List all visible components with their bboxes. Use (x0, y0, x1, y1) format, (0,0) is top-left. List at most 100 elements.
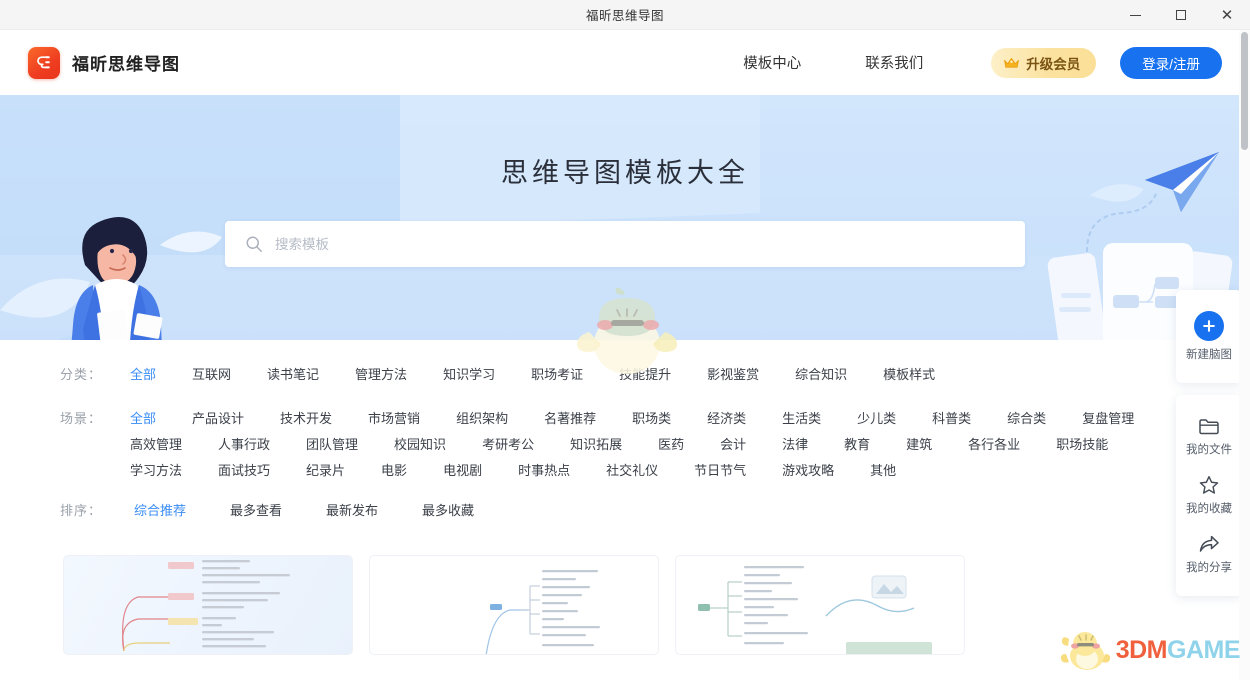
filter-item-category-7[interactable]: 影视鉴赏 (689, 362, 777, 388)
search-input[interactable] (275, 236, 1025, 252)
hero-content: 思维导图模板大全 (0, 95, 1250, 340)
filter-label-category: 分类： (60, 367, 103, 382)
filter-row-category: 分类： 全部 互联网 读书笔记 管理方法 知识学习 职场考证 技能提升 影视鉴赏… (0, 362, 1250, 388)
site-watermark: 3DMGAME (1060, 628, 1241, 672)
filter-item-scene-4[interactable]: 组织架构 (438, 406, 526, 432)
watermark-text-3dm: 3DM (1115, 635, 1168, 664)
filter-item-scene-19[interactable]: 医药 (640, 432, 702, 458)
filter-item-category-4[interactable]: 知识学习 (425, 362, 513, 388)
new-mindmap-label: 新建脑图 (1186, 349, 1232, 361)
filter-item-scene-20[interactable]: 会计 (702, 432, 764, 458)
watermark-text: 3DMGAME (1115, 635, 1241, 665)
filter-item-scene-29[interactable]: 电影 (363, 458, 425, 484)
my-favorites-label: 我的收藏 (1186, 503, 1232, 515)
template-card[interactable] (63, 555, 353, 655)
top-navigation-bar: 福昕思维导图 模板中心 联系我们 升级会员 登录/注册 (0, 30, 1250, 95)
filter-item-scene-5[interactable]: 名著推荐 (526, 406, 614, 432)
filter-item-scene-17[interactable]: 考研考公 (464, 432, 552, 458)
filter-item-scene-12[interactable]: 复盘管理 (1064, 406, 1152, 432)
filter-item-scene-7[interactable]: 经济类 (689, 406, 764, 432)
vertical-scrollbar[interactable] (1239, 30, 1250, 680)
maximize-button[interactable] (1158, 0, 1204, 30)
nav-right-group: 模板中心 联系我们 升级会员 登录/注册 (711, 46, 1222, 79)
filter-item-scene-35[interactable]: 其他 (852, 458, 914, 484)
filter-item-scene-32[interactable]: 社交礼仪 (588, 458, 676, 484)
filter-item-scene-22[interactable]: 教育 (826, 432, 888, 458)
login-register-button[interactable]: 登录/注册 (1120, 46, 1222, 79)
sort-item-recommended[interactable]: 综合推荐 (112, 498, 208, 524)
filter-item-scene-2[interactable]: 技术开发 (262, 406, 350, 432)
filter-item-scene-26[interactable]: 学习方法 (112, 458, 200, 484)
filter-item-scene-15[interactable]: 团队管理 (288, 432, 376, 458)
filter-item-category-2[interactable]: 读书笔记 (249, 362, 337, 388)
brand-name: 福昕思维导图 (72, 55, 180, 74)
title-bar: 福昕思维导图 ✕ (0, 0, 1250, 30)
minimize-button[interactable] (1112, 0, 1158, 30)
close-icon: ✕ (1220, 5, 1234, 24)
filter-label-sort: 排序： (60, 503, 103, 518)
maximize-icon (1176, 10, 1186, 20)
filter-item-category-0[interactable]: 全部 (112, 362, 174, 388)
filter-item-scene-3[interactable]: 市场营销 (350, 406, 438, 432)
login-register-label: 登录/注册 (1142, 56, 1200, 72)
filter-item-scene-21[interactable]: 法律 (764, 432, 826, 458)
watermark-text-game: GAME (1167, 635, 1241, 664)
scrollbar-thumb[interactable] (1241, 32, 1248, 150)
minimize-icon (1129, 14, 1141, 16)
filter-item-scene-11[interactable]: 综合类 (989, 406, 1064, 432)
filter-item-category-8[interactable]: 综合知识 (777, 362, 865, 388)
filter-item-scene-14[interactable]: 人事行政 (200, 432, 288, 458)
filter-item-scene-0[interactable]: 全部 (112, 406, 174, 432)
filter-item-scene-33[interactable]: 节日节气 (676, 458, 764, 484)
filter-item-category-9[interactable]: 模板样式 (865, 362, 953, 388)
filter-item-scene-9[interactable]: 少儿类 (839, 406, 914, 432)
filter-item-scene-8[interactable]: 生活类 (764, 406, 839, 432)
nav-link-template-center[interactable]: 模板中心 (711, 52, 833, 73)
folder-icon (1199, 419, 1219, 435)
my-shares-label: 我的分享 (1186, 562, 1232, 574)
plus-icon (1194, 311, 1224, 341)
window-title: 福昕思维导图 (585, 9, 664, 23)
new-mindmap-button[interactable]: 新建脑图 (1176, 302, 1242, 371)
sort-item-most-favorited[interactable]: 最多收藏 (400, 498, 496, 524)
filter-item-scene-24[interactable]: 各行各业 (950, 432, 1038, 458)
template-card[interactable] (369, 555, 659, 655)
sort-item-newest[interactable]: 最新发布 (304, 498, 400, 524)
filter-item-category-1[interactable]: 互联网 (174, 362, 249, 388)
close-button[interactable]: ✕ (1204, 0, 1250, 30)
filter-item-scene-1[interactable]: 产品设计 (174, 406, 262, 432)
filter-item-category-6[interactable]: 技能提升 (601, 362, 689, 388)
upgrade-vip-button[interactable]: 升级会员 (991, 47, 1097, 78)
filter-item-scene-10[interactable]: 科普类 (914, 406, 989, 432)
filter-item-scene-16[interactable]: 校园知识 (376, 432, 464, 458)
my-files-button[interactable]: 我的文件 (1176, 407, 1242, 466)
filter-items-sort: 综合推荐 最多查看 最新发布 最多收藏 (112, 498, 496, 524)
foxit-mindmap-logo-icon (28, 46, 60, 79)
sort-item-most-viewed[interactable]: 最多查看 (208, 498, 304, 524)
filter-label-scene: 场景： (60, 411, 103, 426)
filter-item-scene-34[interactable]: 游戏攻略 (764, 458, 852, 484)
filter-item-scene-18[interactable]: 知识拓展 (552, 432, 640, 458)
filter-item-scene-30[interactable]: 电视剧 (425, 458, 500, 484)
filter-item-scene-27[interactable]: 面试技巧 (200, 458, 288, 484)
my-shares-button[interactable]: 我的分享 (1176, 525, 1242, 584)
my-files-label: 我的文件 (1186, 444, 1232, 456)
hero-banner: 思维导图模板大全 (0, 95, 1250, 340)
page-title: 思维导图模板大全 (501, 158, 749, 188)
nav-link-contact-us[interactable]: 联系我们 (833, 52, 955, 73)
filter-item-scene-6[interactable]: 职场类 (614, 406, 689, 432)
template-card[interactable] (675, 555, 965, 655)
filter-item-scene-31[interactable]: 时事热点 (500, 458, 588, 484)
search-icon (246, 236, 262, 252)
filter-item-scene-25[interactable]: 职场技能 (1038, 432, 1126, 458)
mindmap-thumbnail (485, 570, 600, 654)
filter-item-scene-23[interactable]: 建筑 (888, 432, 950, 458)
filter-item-category-5[interactable]: 职场考证 (513, 362, 601, 388)
filter-item-scene-28[interactable]: 纪录片 (288, 458, 363, 484)
filter-item-scene-13[interactable]: 高效管理 (112, 432, 200, 458)
my-favorites-button[interactable]: 我的收藏 (1176, 466, 1242, 525)
filter-item-category-3[interactable]: 管理方法 (337, 362, 425, 388)
brand[interactable]: 福昕思维导图 (28, 46, 180, 79)
search-bar[interactable] (225, 221, 1025, 267)
share-arrow-icon (1199, 535, 1219, 552)
